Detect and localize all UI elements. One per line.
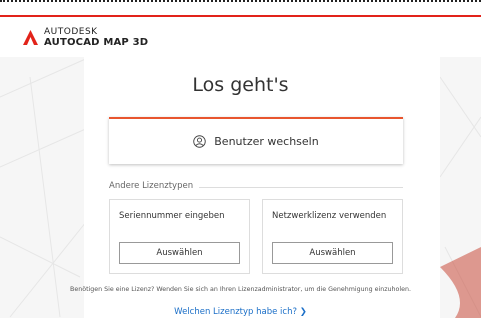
- chevron-right-icon: ❯: [299, 307, 307, 317]
- license-help-text: Benötigen Sie eine Lizenz? Wenden Sie si…: [70, 286, 411, 293]
- brand-company: AUTODESK: [44, 27, 98, 37]
- serial-number-title: Seriennummer eingeben: [119, 211, 225, 221]
- user-circle-icon: [193, 135, 206, 148]
- switch-user-label: Benutzer wechseln: [214, 135, 319, 148]
- switch-user-button[interactable]: Benutzer wechseln: [109, 117, 403, 164]
- page-title: Los geht's: [192, 74, 289, 96]
- network-license-select-button[interactable]: Auswählen: [272, 242, 393, 264]
- brand-product: AUTOCAD MAP 3D: [44, 37, 149, 48]
- license-type-help-link[interactable]: Welchen Lizenztyp habe ich? ❯: [0, 307, 481, 317]
- serial-number-select-button[interactable]: Auswählen: [119, 242, 240, 264]
- window-top-border: [0, 0, 481, 3]
- serial-number-card: Seriennummer eingeben Auswählen: [109, 199, 250, 274]
- network-license-card: Netzwerklizenz verwenden Auswählen: [262, 199, 403, 274]
- network-license-title: Netzwerklizenz verwenden: [272, 211, 387, 221]
- other-license-types-label: Andere Lizenztypen: [109, 181, 200, 191]
- autodesk-logo-icon: [23, 30, 38, 45]
- license-type-help-label: Welchen Lizenztyp habe ich?: [174, 307, 297, 317]
